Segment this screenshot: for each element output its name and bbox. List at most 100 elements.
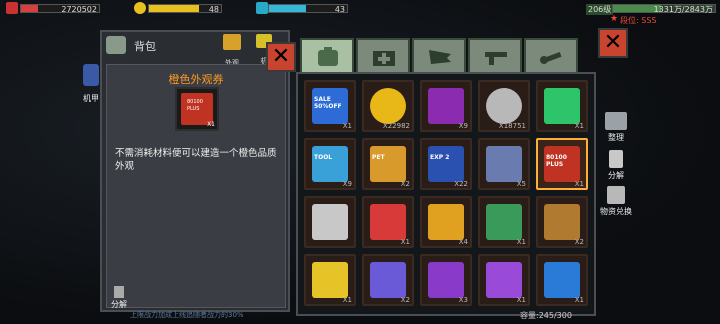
exchange-button[interactable]: 物资兑换 [594,186,638,217]
tab-wings[interactable] [412,38,466,72]
exp-card-icon [428,146,464,182]
inventory-slot-purple-chest-blue[interactable]: X2 [362,254,414,306]
mana-icon [256,2,268,14]
tab-gun[interactable] [468,38,522,72]
capacity-label: 容量:245/300 [520,311,572,320]
slot-quantity: X1 [516,296,526,304]
gold-chest-orange-icon [428,204,464,240]
slot-quantity: X1 [342,122,352,130]
decompose-side-button[interactable]: 分解 [594,150,638,181]
inventory-slot-map-scroll[interactable]: X5 [478,138,530,190]
green-chest-icon [486,204,522,240]
gold-value: 48 [208,5,219,14]
inventory-panel: SALE 50%OFF X1 X22982 X9 X18751 X1 TOOL X9 PET X2… [296,72,596,316]
appearance-icon [223,34,241,50]
green-ticket-icon [544,88,580,124]
slot-quantity: X18751 [498,122,526,130]
close-button-right[interactable]: ✕ [598,28,628,58]
inventory-slot-exp-card[interactable]: EXP 2 X22 [420,138,472,190]
blue-chest-icon [544,262,580,298]
inventory-slot-silver-coin[interactable]: X18751 [478,80,530,132]
inventory-slot-tool-card[interactable]: TOOL X9 [304,138,356,190]
slot-label: PET [372,154,385,161]
gold-coin-icon [370,88,406,124]
inventory-slot-bronze-chest[interactable]: X2 [536,196,588,248]
slot-quantity: X9 [458,122,468,130]
mecha-nav[interactable]: 机甲 [80,64,102,105]
inventory-slot-green-ticket[interactable]: X1 [536,80,588,132]
inventory-slot-green-chest[interactable]: X1 [478,196,530,248]
inventory-slot-gold-chest-orange[interactable]: X4 [420,196,472,248]
rank-label: 段位: SSS [620,16,657,25]
tab-wrench[interactable] [524,38,578,72]
gold-chest-red-icon [370,204,406,240]
slot-quantity: X1 [516,238,526,246]
slot-quantity: X1 [574,180,584,188]
purple-crate-icon [486,262,522,298]
hp-icon [6,2,18,14]
inventory-slot-gold-chest[interactable]: X1 [304,254,356,306]
side-label: 物资兑换 [600,207,632,216]
exchange-icon [607,186,625,204]
wings-icon [429,50,451,64]
item-qty: X1 [207,121,215,128]
backpack-header-icon [106,36,126,54]
inventory-slot-pet-card[interactable]: PET X2 [362,138,414,190]
slot-quantity: X1 [342,296,352,304]
backpack-icon [318,47,338,66]
trash-icon [114,286,124,298]
inventory-slot-purple-chest-gold[interactable]: X3 [420,254,472,306]
inventory-slot-orange-ticket[interactable]: 80100 PLUS X1 [536,138,588,190]
mana-bar: 43 [268,4,348,14]
wrench-icon [540,52,562,64]
slot-quantity: X3 [458,296,468,304]
slot-label: SALE 50%OFF [314,96,342,110]
inventory-slot-sale-ticket[interactable]: SALE 50%OFF X1 [304,80,356,132]
inventory-slot-gold-coin[interactable]: X22982 [362,80,414,132]
silver-coin-icon [486,88,522,124]
hp-bar: 2720502 [20,4,100,14]
cocktail-icon [428,88,464,124]
tab-medkit[interactable] [356,38,410,72]
side-label: 分解 [608,171,624,180]
slot-quantity: X1 [574,296,584,304]
slot-quantity: X22 [454,180,468,188]
item-detail-box: 橙色外观券 80100 PLUS X1 不需消耗材料便可以建造一个橙色品质外观 [106,64,286,308]
slot-quantity: X1 [574,122,584,130]
sort-icon [605,112,627,130]
inventory-slot-gold-chest-red[interactable]: X1 [362,196,414,248]
slot-quantity: X4 [458,238,468,246]
purple-chest-blue-icon [370,262,406,298]
decompose-icon [609,150,623,168]
inventory-slot-purple-crate[interactable]: X1 [478,254,530,306]
inventory-slot-red-crate[interactable] [304,196,356,248]
gold-icon [134,2,146,14]
side-label: 整理 [608,133,624,142]
sort-button[interactable]: 整理 [594,112,638,143]
red-crate-icon [312,204,348,240]
inventory-slot-cocktail[interactable]: X9 [420,80,472,132]
purple-chest-gold-icon [428,262,464,298]
inventory-slot-blue-chest[interactable]: X1 [536,254,588,306]
exp-value: 1331万/2843万 [653,5,713,14]
slot-label: TOOL [314,154,333,161]
item-name: 橙色外观券 [168,73,224,86]
gold-bar: 48 [148,4,222,14]
gold-chest-icon [312,262,348,298]
hint-text: 上限战力加成上线追随者战力的30% [130,311,244,319]
tab-backpack[interactable] [300,38,354,72]
slot-quantity: X9 [342,180,352,188]
slot-quantity: X2 [400,180,410,188]
mana-value: 43 [334,5,345,14]
slot-quantity: X2 [400,296,410,304]
slot-quantity: X5 [516,180,526,188]
decompose-button[interactable]: 分解 [104,286,134,310]
bronze-chest-icon [544,204,580,240]
item-preview: 80100 PLUS X1 [175,87,219,131]
gun-icon [485,52,507,65]
slot-label: 80100 PLUS [546,154,567,168]
slot-quantity: X1 [400,238,410,246]
slot-quantity: X22982 [382,122,410,130]
close-button[interactable]: ✕ [266,42,296,72]
item-description: 不需消耗材料便可以建造一个橙色品质外观 [115,148,277,172]
